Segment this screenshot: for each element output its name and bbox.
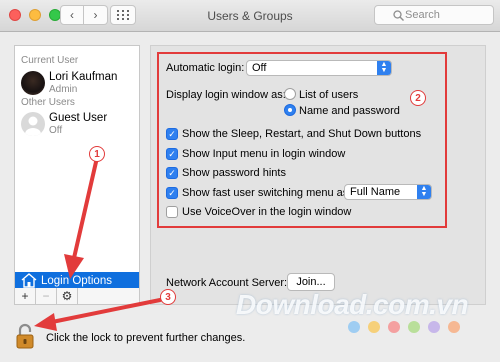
- watermark-dot: [448, 321, 460, 333]
- watermark-dot: [408, 321, 420, 333]
- watermark-dot: [348, 321, 360, 333]
- callout-1: 1: [89, 146, 105, 162]
- callout-3: 3: [160, 289, 176, 305]
- watermark-dot: [388, 321, 400, 333]
- watermark-dot: [368, 321, 380, 333]
- watermark-dot: [428, 321, 440, 333]
- watermark: Download.com.vn: [236, 289, 469, 320]
- callout-2: 2: [410, 90, 426, 106]
